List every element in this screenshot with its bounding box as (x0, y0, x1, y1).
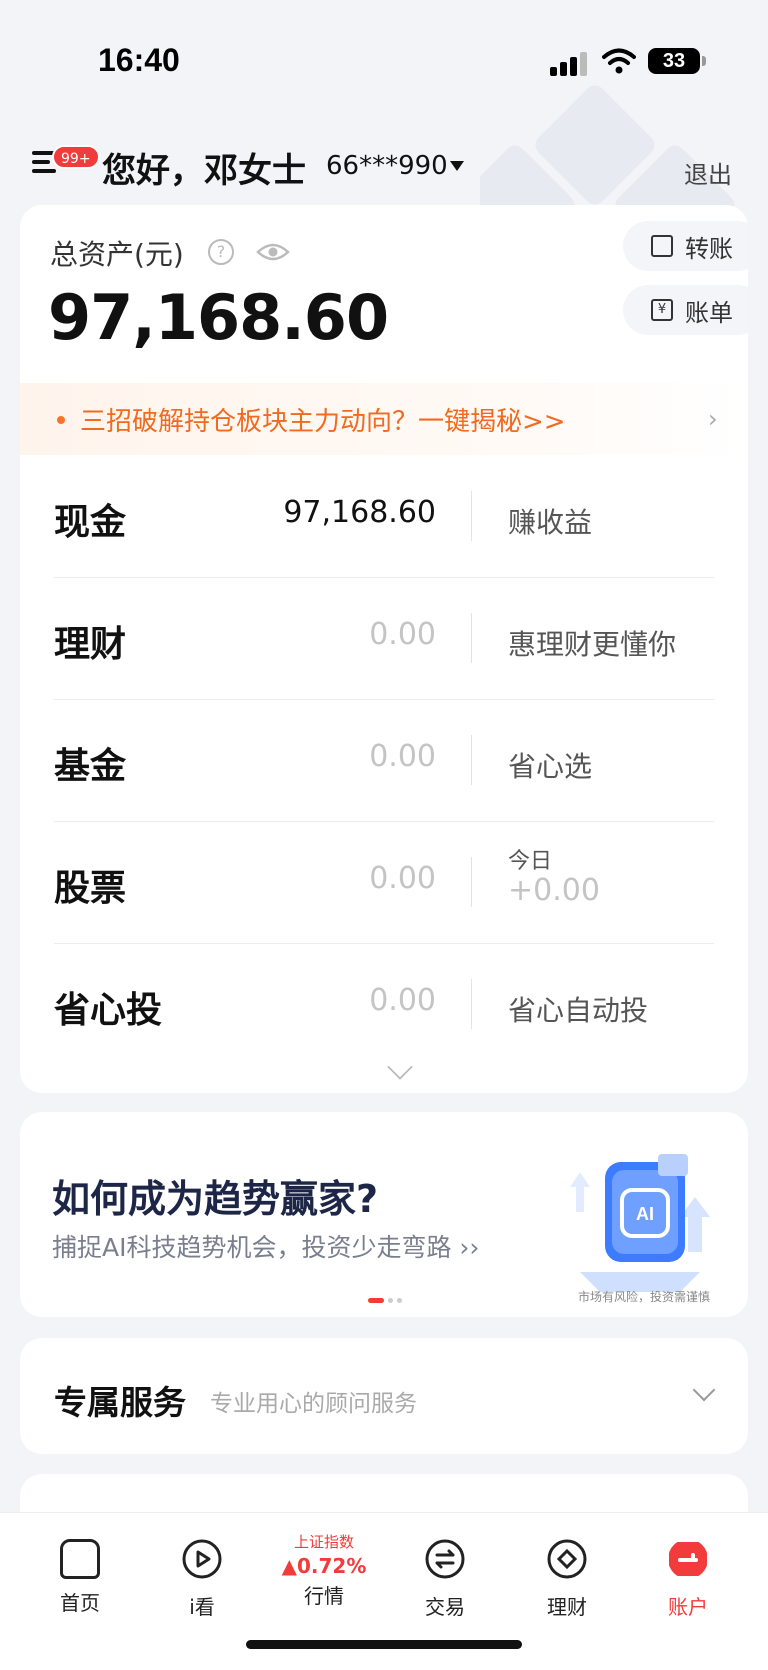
home-icon (60, 1539, 100, 1579)
service-subtitle: 专业用心的顾问服务 (210, 1391, 417, 1417)
carousel-dots (368, 1298, 402, 1303)
diamond-icon (547, 1539, 587, 1579)
signal-icon (550, 52, 588, 76)
wifi-icon (602, 48, 636, 74)
tab-label: 理财 (547, 1595, 587, 1619)
asset-row-cash[interactable]: 现金 97,168.60 赚收益 (20, 455, 748, 577)
tab-home[interactable]: 首页 (25, 1527, 135, 1616)
row-label: 理财 (54, 624, 127, 665)
row-value: 0.00 (369, 983, 436, 1018)
chevron-down-icon[interactable] (692, 1378, 716, 1402)
exclusive-service-card[interactable]: 专属服务 专业用心的顾问服务 (20, 1338, 748, 1454)
banner-subtitle: 捕捉AI科技趋势机会，投资少走弯路 ›› (52, 1233, 480, 1262)
row-divider (471, 491, 472, 541)
tab-watch[interactable]: i看 (147, 1527, 257, 1620)
asset-row-auto-invest[interactable]: 省心投 0.00 省心自动投 (20, 943, 748, 1065)
asset-row-stock[interactable]: 股票 0.00 今日 +0.00 (20, 821, 748, 943)
tab-label: 行情 (304, 1584, 344, 1608)
asset-row-fund[interactable]: 基金 0.00 省心选 (20, 699, 748, 821)
row-divider (471, 613, 472, 663)
transfer-button[interactable]: 转账 (623, 221, 748, 271)
transfer-icon (651, 235, 673, 257)
header: 99+ 您好，邓女士 66***990 退出 (0, 135, 768, 195)
today-pnl-value: +0.00 (508, 873, 600, 908)
promo-banner[interactable]: 三招破解持仓板块主力动向？一键揭秘>> › (20, 383, 748, 455)
ai-illustration-icon: AI (570, 1154, 710, 1292)
today-pnl-label: 今日 (508, 849, 553, 874)
home-indicator (246, 1640, 522, 1649)
index-change: ▲0.72% (281, 1554, 367, 1578)
eye-icon[interactable] (256, 241, 290, 263)
account-dropdown-icon[interactable] (450, 161, 464, 171)
row-sub-link[interactable]: 赚收益 (508, 501, 592, 541)
row-sub-link[interactable]: 惠理财更懂你 (508, 623, 676, 663)
exchange-icon (425, 1539, 465, 1579)
tab-label: 首页 (60, 1591, 100, 1615)
row-value: 97,168.60 (283, 495, 436, 530)
bill-label: 账单 (685, 298, 733, 327)
risk-disclaimer: 市场有风险，投资需谨慎 (578, 1290, 711, 1304)
total-assets-label: 总资产(元) (50, 238, 184, 271)
row-divider (471, 857, 472, 907)
help-icon[interactable]: ? (208, 239, 234, 265)
service-title: 专属服务 (54, 1383, 186, 1422)
tab-label: 交易 (425, 1595, 465, 1619)
tab-trade[interactable]: 交易 (390, 1527, 500, 1620)
account-number[interactable]: 66***990 (326, 151, 448, 181)
promo-text: 三招破解持仓板块主力动向？一键揭秘>> (80, 407, 566, 437)
row-divider (471, 979, 472, 1029)
row-value: 0.00 (369, 617, 436, 652)
bill-icon: ¥ (651, 299, 673, 321)
row-value: 0.00 (369, 861, 436, 896)
row-value: 0.00 (369, 739, 436, 774)
row-label: 省心投 (54, 990, 163, 1031)
greeting: 您好，邓女士 (102, 151, 306, 191)
chevron-right-icon: › (708, 405, 718, 433)
row-label: 基金 (54, 746, 127, 787)
tab-wealth[interactable]: 理财 (512, 1527, 622, 1620)
account-icon (669, 1542, 707, 1576)
tab-label: i看 (189, 1595, 215, 1619)
art-text: AI (636, 1204, 654, 1224)
tab-account[interactable]: 账户 (633, 1527, 743, 1620)
asset-row-wealth[interactable]: 理财 0.00 惠理财更懂你 (20, 577, 748, 699)
transfer-label: 转账 (685, 234, 733, 263)
row-sub-link[interactable]: 省心选 (508, 745, 592, 785)
notification-badge: 99+ (52, 145, 100, 169)
bill-button[interactable]: ¥ 账单 (623, 285, 748, 335)
asset-rows: 现金 97,168.60 赚收益 理财 0.00 惠理财更懂你 基金 0.00 … (20, 455, 748, 1065)
tab-market[interactable]: 上证指数 ▲0.72% 行情 (269, 1527, 379, 1609)
logout-button[interactable]: 退出 (684, 155, 732, 190)
total-assets-value: 97,168.60 (48, 281, 389, 354)
play-icon (182, 1539, 222, 1579)
promo-carousel[interactable]: 如何成为趋势赢家? 捕捉AI科技趋势机会，投资少走弯路 ›› AI 市场有风险，… (20, 1112, 748, 1317)
row-label: 现金 (54, 502, 127, 543)
row-divider (471, 735, 472, 785)
index-name: 上证指数 (293, 1533, 354, 1551)
asset-card: 总资产(元) ? 97,168.60 转账 ¥ 账单 三招破解持仓板块主力动向？… (20, 205, 748, 1093)
row-sub-link[interactable]: 省心自动投 (508, 989, 648, 1029)
row-label: 股票 (54, 868, 127, 909)
banner-title: 如何成为趋势赢家? (52, 1177, 379, 1221)
tab-label: 账户 (668, 1595, 708, 1619)
battery-indicator: 33 (648, 48, 706, 74)
status-time: 16:40 (98, 42, 180, 78)
promo-dot (57, 416, 65, 424)
